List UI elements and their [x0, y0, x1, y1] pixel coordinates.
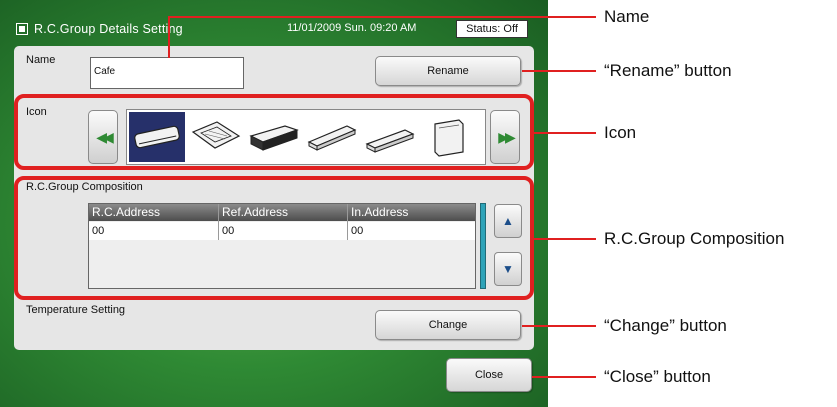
callout-name: Name — [604, 7, 650, 26]
temperature-label: Temperature Setting — [26, 304, 126, 316]
callout-line-icon — [534, 132, 596, 134]
callout-close: “Close” button — [604, 367, 711, 386]
rename-button[interactable]: Rename — [375, 56, 521, 86]
callout-line-close — [532, 376, 596, 378]
ceiling-suspended-unit-alt-icon[interactable] — [361, 112, 417, 162]
scroll-down-button[interactable]: ▼ — [494, 252, 522, 286]
icon-label: Icon — [26, 106, 47, 118]
close-button[interactable]: Close — [446, 358, 532, 392]
icon-next-button[interactable]: ▶▶ — [490, 110, 520, 164]
device-screen: R.C.Group Details Setting 11/01/2009 Sun… — [0, 0, 548, 407]
callout-composition: R.C.Group Composition — [604, 229, 785, 248]
double-left-arrow-icon: ◀◀ — [96, 129, 113, 145]
scroll-up-button[interactable]: ▲ — [494, 204, 522, 238]
callout-line-composition — [534, 238, 596, 240]
icon-prev-button[interactable]: ◀◀ — [88, 110, 118, 164]
window-icon — [16, 23, 28, 35]
callout-line-name — [168, 16, 596, 18]
callout-line-change — [522, 325, 596, 327]
column-divider — [347, 204, 348, 240]
column-header: R.C.Address — [92, 205, 161, 219]
change-button[interactable]: Change — [375, 310, 521, 340]
callout-icon: Icon — [604, 123, 637, 142]
date-time: 11/01/2009 Sun. 09:20 AM — [287, 22, 417, 34]
callout-rename: “Rename” button — [604, 61, 732, 80]
triangle-down-icon: ▼ — [502, 262, 514, 276]
name-field[interactable]: Cafe — [90, 57, 244, 89]
callout-change: “Change” button — [604, 316, 727, 335]
window-title: R.C.Group Details Setting — [34, 22, 183, 36]
callout-line-name-drop — [168, 16, 170, 58]
column-header: Ref.Address — [222, 205, 289, 219]
wall-mounted-unit-icon[interactable] — [129, 112, 185, 162]
table-header: R.C.Address Ref.Address In.Address — [89, 204, 475, 221]
floor-standing-unit-icon[interactable] — [419, 112, 475, 162]
composition-label: R.C.Group Composition — [26, 181, 143, 193]
table-cell: 00 — [351, 225, 364, 237]
triangle-up-icon: ▲ — [502, 214, 514, 228]
scrollbar[interactable] — [480, 203, 486, 289]
ceiling-suspended-unit-icon[interactable] — [303, 112, 359, 162]
composition-table: R.C.Address Ref.Address In.Address 00 00… — [88, 203, 476, 289]
callout-line-rename — [522, 70, 596, 72]
name-label: Name — [26, 54, 56, 66]
ceiling-cassette-unit-icon[interactable] — [187, 112, 243, 162]
status-badge: Status: Off — [456, 20, 528, 38]
table-row[interactable]: 00 00 00 — [89, 222, 475, 240]
ducted-unit-icon[interactable] — [245, 112, 301, 162]
column-divider — [218, 204, 219, 240]
table-cell: 00 — [222, 225, 235, 237]
double-right-arrow-icon: ▶▶ — [498, 129, 515, 145]
column-header: In.Address — [351, 205, 409, 219]
icon-strip — [126, 109, 486, 165]
table-cell: 00 — [92, 225, 105, 237]
title-bar: R.C.Group Details Setting 11/01/2009 Sun… — [14, 17, 534, 43]
